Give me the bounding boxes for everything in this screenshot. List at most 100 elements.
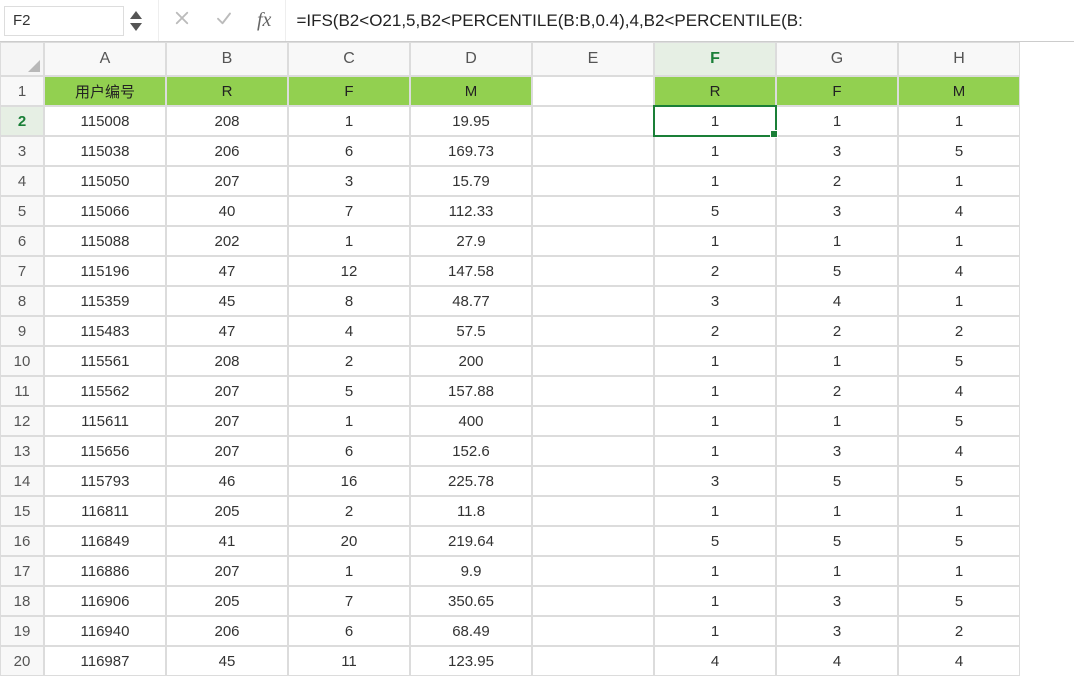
cell-B3[interactable]: 206 bbox=[166, 136, 288, 166]
cell-A14[interactable]: 115793 bbox=[44, 466, 166, 496]
cell-C7[interactable]: 12 bbox=[288, 256, 410, 286]
cell-E20[interactable] bbox=[532, 646, 654, 676]
cell-D8[interactable]: 48.77 bbox=[410, 286, 532, 316]
cell-G19[interactable]: 3 bbox=[776, 616, 898, 646]
col-header-A[interactable]: A bbox=[44, 42, 166, 76]
cell-D19[interactable]: 68.49 bbox=[410, 616, 532, 646]
cell-E4[interactable] bbox=[532, 166, 654, 196]
cell-B18[interactable]: 205 bbox=[166, 586, 288, 616]
cell-H5[interactable]: 4 bbox=[898, 196, 1020, 226]
cell-G13[interactable]: 3 bbox=[776, 436, 898, 466]
cell-G20[interactable]: 4 bbox=[776, 646, 898, 676]
namebox-stepper[interactable] bbox=[130, 11, 142, 31]
cell-B14[interactable]: 46 bbox=[166, 466, 288, 496]
cell-F19[interactable]: 1 bbox=[654, 616, 776, 646]
cell-C3[interactable]: 6 bbox=[288, 136, 410, 166]
cell-G7[interactable]: 5 bbox=[776, 256, 898, 286]
cell-D18[interactable]: 350.65 bbox=[410, 586, 532, 616]
cell-E10[interactable] bbox=[532, 346, 654, 376]
cell-F5[interactable]: 5 bbox=[654, 196, 776, 226]
cell-D20[interactable]: 123.95 bbox=[410, 646, 532, 676]
cell-A20[interactable]: 116987 bbox=[44, 646, 166, 676]
cell-B8[interactable]: 45 bbox=[166, 286, 288, 316]
cell-F16[interactable]: 5 bbox=[654, 526, 776, 556]
cell-D7[interactable]: 147.58 bbox=[410, 256, 532, 286]
cell-H16[interactable]: 5 bbox=[898, 526, 1020, 556]
cell-H13[interactable]: 4 bbox=[898, 436, 1020, 466]
cell-E11[interactable] bbox=[532, 376, 654, 406]
cell-F20[interactable]: 4 bbox=[654, 646, 776, 676]
cell-A4[interactable]: 115050 bbox=[44, 166, 166, 196]
cell-H4[interactable]: 1 bbox=[898, 166, 1020, 196]
name-box[interactable]: F2 bbox=[4, 6, 124, 36]
cell-A6[interactable]: 115088 bbox=[44, 226, 166, 256]
row-header-14[interactable]: 14 bbox=[0, 466, 44, 496]
row-header-20[interactable]: 20 bbox=[0, 646, 44, 676]
cell-E12[interactable] bbox=[532, 406, 654, 436]
cell-D1[interactable]: M bbox=[410, 76, 532, 106]
cell-F18[interactable]: 1 bbox=[654, 586, 776, 616]
row-header-3[interactable]: 3 bbox=[0, 136, 44, 166]
cell-D15[interactable]: 11.8 bbox=[410, 496, 532, 526]
cell-H11[interactable]: 4 bbox=[898, 376, 1020, 406]
row-header-17[interactable]: 17 bbox=[0, 556, 44, 586]
cell-C18[interactable]: 7 bbox=[288, 586, 410, 616]
select-all-corner[interactable] bbox=[0, 42, 44, 76]
row-header-13[interactable]: 13 bbox=[0, 436, 44, 466]
cell-A3[interactable]: 115038 bbox=[44, 136, 166, 166]
row-header-9[interactable]: 9 bbox=[0, 316, 44, 346]
cell-G10[interactable]: 1 bbox=[776, 346, 898, 376]
row-header-11[interactable]: 11 bbox=[0, 376, 44, 406]
cell-F14[interactable]: 3 bbox=[654, 466, 776, 496]
row-header-19[interactable]: 19 bbox=[0, 616, 44, 646]
cell-B9[interactable]: 47 bbox=[166, 316, 288, 346]
cell-A16[interactable]: 116849 bbox=[44, 526, 166, 556]
cell-A13[interactable]: 115656 bbox=[44, 436, 166, 466]
cell-C10[interactable]: 2 bbox=[288, 346, 410, 376]
cell-F6[interactable]: 1 bbox=[654, 226, 776, 256]
cell-A1[interactable]: 用户编号 bbox=[44, 76, 166, 106]
cell-G15[interactable]: 1 bbox=[776, 496, 898, 526]
cell-E13[interactable] bbox=[532, 436, 654, 466]
cell-F11[interactable]: 1 bbox=[654, 376, 776, 406]
cell-F3[interactable]: 1 bbox=[654, 136, 776, 166]
cell-G6[interactable]: 1 bbox=[776, 226, 898, 256]
cell-B1[interactable]: R bbox=[166, 76, 288, 106]
cell-A2[interactable]: 115008 bbox=[44, 106, 166, 136]
cell-C6[interactable]: 1 bbox=[288, 226, 410, 256]
cell-E1[interactable] bbox=[532, 76, 654, 106]
cell-D5[interactable]: 112.33 bbox=[410, 196, 532, 226]
cell-F9[interactable]: 2 bbox=[654, 316, 776, 346]
cell-C2[interactable]: 1 bbox=[288, 106, 410, 136]
cancel-icon[interactable] bbox=[173, 9, 191, 33]
cell-B15[interactable]: 205 bbox=[166, 496, 288, 526]
cell-G18[interactable]: 3 bbox=[776, 586, 898, 616]
cell-B2[interactable]: 208 bbox=[166, 106, 288, 136]
row-header-6[interactable]: 6 bbox=[0, 226, 44, 256]
cell-E6[interactable] bbox=[532, 226, 654, 256]
cell-G17[interactable]: 1 bbox=[776, 556, 898, 586]
cell-B10[interactable]: 208 bbox=[166, 346, 288, 376]
cell-A10[interactable]: 115561 bbox=[44, 346, 166, 376]
row-header-8[interactable]: 8 bbox=[0, 286, 44, 316]
cell-B11[interactable]: 207 bbox=[166, 376, 288, 406]
cell-F13[interactable]: 1 bbox=[654, 436, 776, 466]
cell-F10[interactable]: 1 bbox=[654, 346, 776, 376]
cell-H7[interactable]: 4 bbox=[898, 256, 1020, 286]
cell-D9[interactable]: 57.5 bbox=[410, 316, 532, 346]
row-header-5[interactable]: 5 bbox=[0, 196, 44, 226]
cell-A18[interactable]: 116906 bbox=[44, 586, 166, 616]
cell-C12[interactable]: 1 bbox=[288, 406, 410, 436]
cell-A19[interactable]: 116940 bbox=[44, 616, 166, 646]
cell-A15[interactable]: 116811 bbox=[44, 496, 166, 526]
cell-G4[interactable]: 2 bbox=[776, 166, 898, 196]
cell-H8[interactable]: 1 bbox=[898, 286, 1020, 316]
accept-icon[interactable] bbox=[215, 9, 233, 33]
cell-E7[interactable] bbox=[532, 256, 654, 286]
cell-B19[interactable]: 206 bbox=[166, 616, 288, 646]
cell-H14[interactable]: 5 bbox=[898, 466, 1020, 496]
col-header-C[interactable]: C bbox=[288, 42, 410, 76]
cell-G8[interactable]: 4 bbox=[776, 286, 898, 316]
stepper-down-icon[interactable] bbox=[130, 23, 142, 31]
col-header-F[interactable]: F bbox=[654, 42, 776, 76]
